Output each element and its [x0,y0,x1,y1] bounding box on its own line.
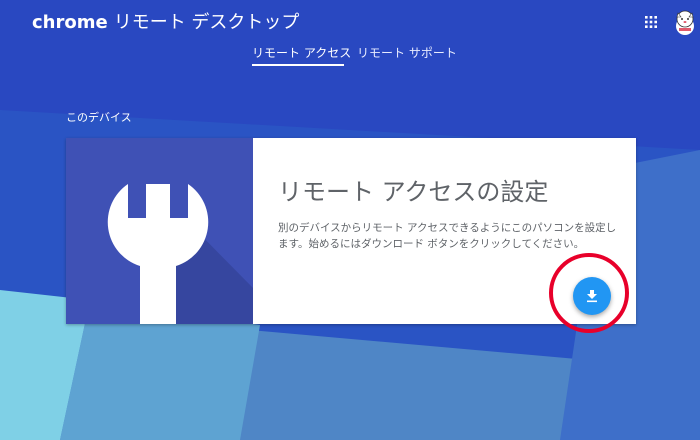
wrench-icon [66,138,253,324]
remote-access-setup-card: リモート アクセスの設定 別のデバイスからリモート アクセスできるようにこのパソ… [66,138,636,324]
avatar[interactable] [673,8,697,36]
tab-remote-support[interactable]: リモート サポート [357,44,457,61]
download-button[interactable] [573,277,611,315]
remote-desktop-page: chrome リモート デスクトップ リモート アクセス リモート サポート こ… [0,0,700,440]
app-title: chrome リモート デスクトップ [32,8,299,34]
card-title: リモート アクセスの設定 [278,178,549,206]
top-bar: chrome リモート デスクトップ リモート アクセス リモート サポート [0,0,700,90]
app-title-product: リモート デスクトップ [113,12,300,33]
app-title-brand: chrome [32,12,108,33]
tab-selected-indicator [252,64,344,66]
apps-grid-icon[interactable] [645,16,657,28]
download-icon [587,290,597,303]
tab-remote-access[interactable]: リモート アクセス [252,44,351,61]
card-description: 別のデバイスからリモート アクセスできるようにこのパソコンを設定します。始めるに… [278,222,617,250]
section-label: このデバイス [66,111,132,124]
